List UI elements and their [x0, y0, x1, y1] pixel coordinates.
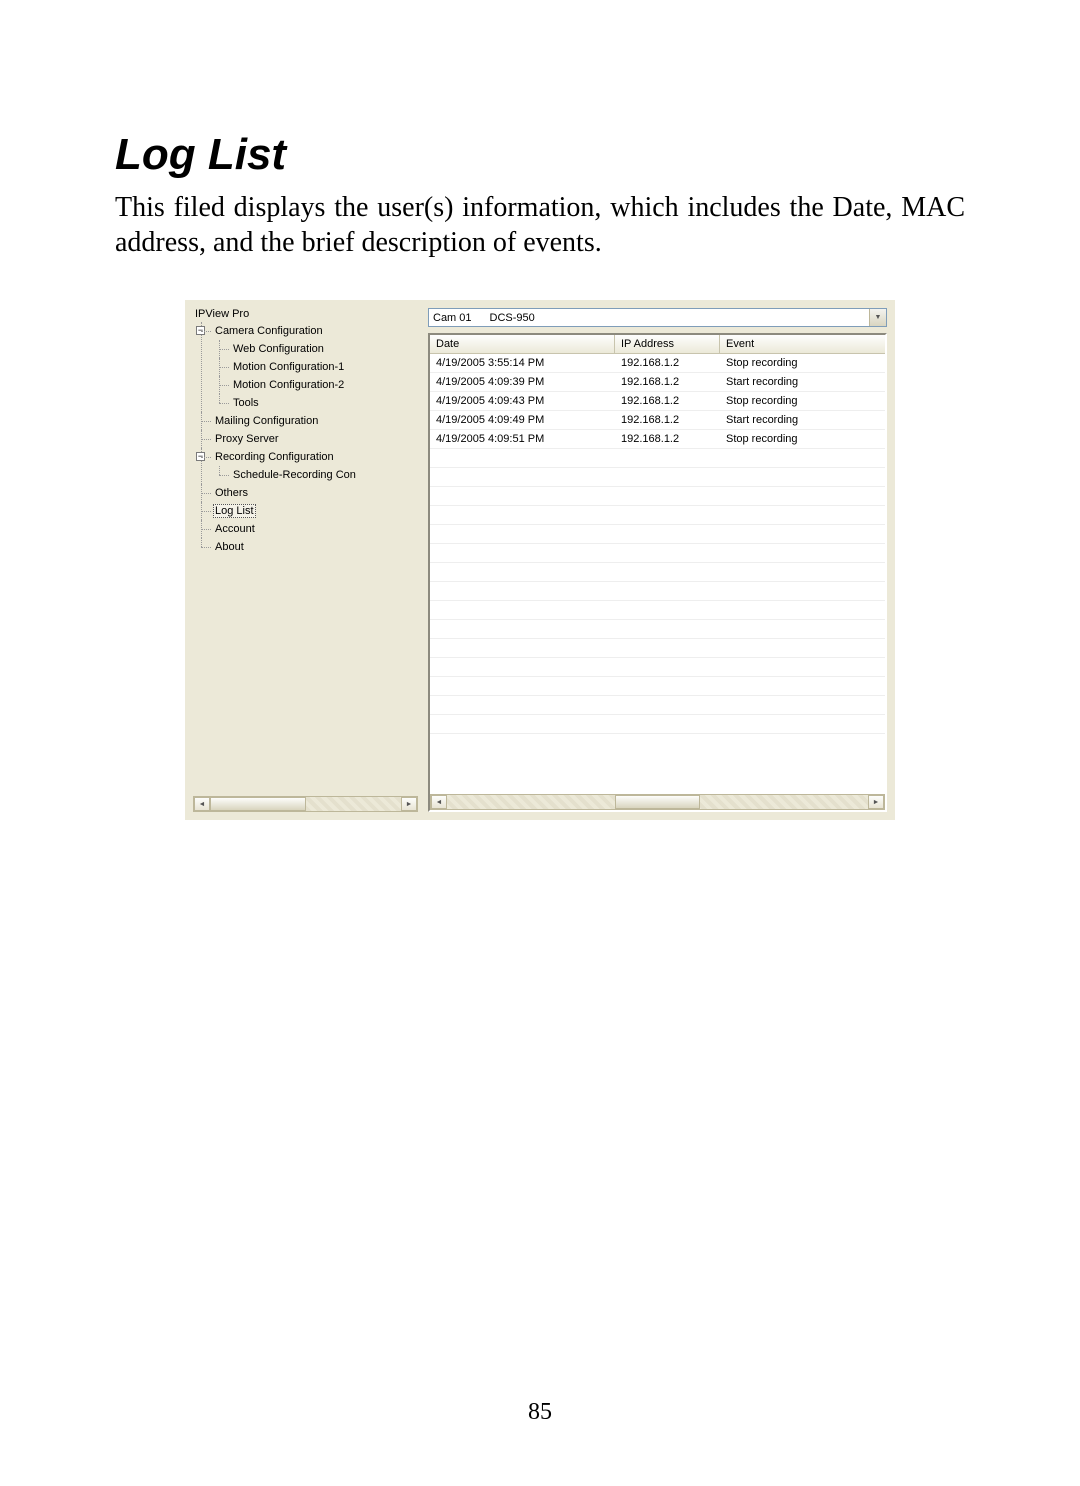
- tree-label: Schedule-Recording Con: [231, 469, 358, 481]
- table-row: [430, 468, 885, 487]
- cell-date: 4/19/2005 4:09:49 PM: [430, 414, 615, 426]
- cell-date: 4/19/2005 4:09:39 PM: [430, 376, 615, 388]
- tree-item-mailing[interactable]: Mailing Configuration: [195, 412, 418, 430]
- expander-icon[interactable]: −: [196, 452, 205, 461]
- tree-label: Mailing Configuration: [213, 415, 320, 427]
- scroll-right-icon[interactable]: [868, 795, 884, 809]
- col-header-event[interactable]: Event: [720, 335, 885, 353]
- tree-label: Web Configuration: [231, 343, 326, 355]
- cell-event: Stop recording: [720, 357, 885, 369]
- tree-item-camera-config[interactable]: − Camera Configuration Web Configuration…: [195, 322, 418, 412]
- expander-icon[interactable]: −: [196, 326, 205, 335]
- tree-label: Account: [213, 523, 257, 535]
- table-row: [430, 715, 885, 734]
- tree-item-loglist[interactable]: Log List: [195, 502, 418, 520]
- table-row[interactable]: 4/19/2005 4:09:39 PM192.168.1.2Start rec…: [430, 373, 885, 392]
- tree-label: Log List: [213, 504, 256, 518]
- chevron-down-icon[interactable]: [869, 309, 886, 326]
- cell-event: Stop recording: [720, 433, 885, 445]
- cell-event: Stop recording: [720, 395, 885, 407]
- scroll-left-icon[interactable]: [194, 797, 210, 811]
- tree-item-others[interactable]: Others: [195, 484, 418, 502]
- table-row: [430, 506, 885, 525]
- table-hscrollbar[interactable]: [430, 794, 885, 810]
- tree-item-recording[interactable]: − Recording Configuration Schedule-Recor…: [195, 448, 418, 484]
- scroll-track[interactable]: [210, 797, 401, 811]
- cell-ip: 192.168.1.2: [615, 414, 720, 426]
- log-table: Date IP Address Event 4/19/2005 3:55:14 …: [428, 333, 887, 812]
- table-row: [430, 677, 885, 696]
- cell-event: Start recording: [720, 414, 885, 426]
- nav-tree: − Camera Configuration Web Configuration…: [193, 322, 418, 796]
- cell-ip: 192.168.1.2: [615, 357, 720, 369]
- cell-ip: 192.168.1.2: [615, 433, 720, 445]
- table-row: [430, 620, 885, 639]
- cell-date: 4/19/2005 4:09:51 PM: [430, 433, 615, 445]
- tree-item-motion2[interactable]: Motion Configuration-2: [213, 376, 418, 394]
- table-row: [430, 658, 885, 677]
- table-row: [430, 639, 885, 658]
- table-row: [430, 696, 885, 715]
- tree-panel: IPView Pro − Camera Configuration Web Co…: [193, 308, 418, 812]
- scroll-right-icon[interactable]: [401, 797, 417, 811]
- col-header-ip[interactable]: IP Address: [615, 335, 720, 353]
- tree-label: Proxy Server: [213, 433, 281, 445]
- scroll-thumb[interactable]: [210, 797, 306, 811]
- cell-date: 4/19/2005 4:09:43 PM: [430, 395, 615, 407]
- log-panel: Cam 01 DCS-950 Date IP Address Event 4/1…: [428, 308, 887, 812]
- scroll-track[interactable]: [447, 795, 868, 809]
- tree-item-about[interactable]: About: [195, 538, 418, 556]
- table-header-row: Date IP Address Event: [430, 335, 885, 354]
- tree-item-account[interactable]: Account: [195, 520, 418, 538]
- table-row: [430, 487, 885, 506]
- tree-label: Camera Configuration: [213, 325, 325, 337]
- table-row: [430, 525, 885, 544]
- table-row: [430, 544, 885, 563]
- tree-label: About: [213, 541, 246, 553]
- table-row: [430, 582, 885, 601]
- tree-label: Motion Configuration-1: [231, 361, 346, 373]
- app-screenshot: IPView Pro − Camera Configuration Web Co…: [185, 300, 895, 820]
- table-row[interactable]: 4/19/2005 4:09:43 PM192.168.1.2Stop reco…: [430, 392, 885, 411]
- cell-ip: 192.168.1.2: [615, 376, 720, 388]
- table-row: [430, 601, 885, 620]
- tree-hscrollbar[interactable]: [193, 796, 418, 812]
- camera-select-model: DCS-950: [490, 312, 535, 324]
- table-row[interactable]: 4/19/2005 4:09:51 PM192.168.1.2Stop reco…: [430, 430, 885, 449]
- scroll-thumb[interactable]: [615, 795, 699, 809]
- table-row[interactable]: 4/19/2005 4:09:49 PM192.168.1.2Start rec…: [430, 411, 885, 430]
- tree-label: Others: [213, 487, 250, 499]
- tree-label: Recording Configuration: [213, 451, 336, 463]
- camera-select[interactable]: Cam 01 DCS-950: [428, 308, 887, 327]
- tree-label: Motion Configuration-2: [231, 379, 346, 391]
- tree-item-schedule[interactable]: Schedule-Recording Con: [213, 466, 418, 484]
- section-heading: Log List: [115, 130, 965, 180]
- app-title: IPView Pro: [193, 308, 418, 322]
- cell-event: Start recording: [720, 376, 885, 388]
- col-header-date[interactable]: Date: [430, 335, 615, 353]
- scroll-left-icon[interactable]: [431, 795, 447, 809]
- camera-select-cam: Cam 01: [433, 312, 472, 324]
- tree-item-proxy[interactable]: Proxy Server: [195, 430, 418, 448]
- cell-ip: 192.168.1.2: [615, 395, 720, 407]
- table-row: [430, 563, 885, 582]
- tree-item-tools[interactable]: Tools: [213, 394, 418, 412]
- tree-label: Tools: [231, 397, 261, 409]
- cell-date: 4/19/2005 3:55:14 PM: [430, 357, 615, 369]
- page-number: 85: [0, 1399, 1080, 1426]
- section-paragraph: This filed displays the user(s) informat…: [115, 190, 965, 260]
- tree-item-web-config[interactable]: Web Configuration: [213, 340, 418, 358]
- tree-item-motion1[interactable]: Motion Configuration-1: [213, 358, 418, 376]
- table-row: [430, 449, 885, 468]
- table-row[interactable]: 4/19/2005 3:55:14 PM192.168.1.2Stop reco…: [430, 354, 885, 373]
- table-body: 4/19/2005 3:55:14 PM192.168.1.2Stop reco…: [430, 354, 885, 794]
